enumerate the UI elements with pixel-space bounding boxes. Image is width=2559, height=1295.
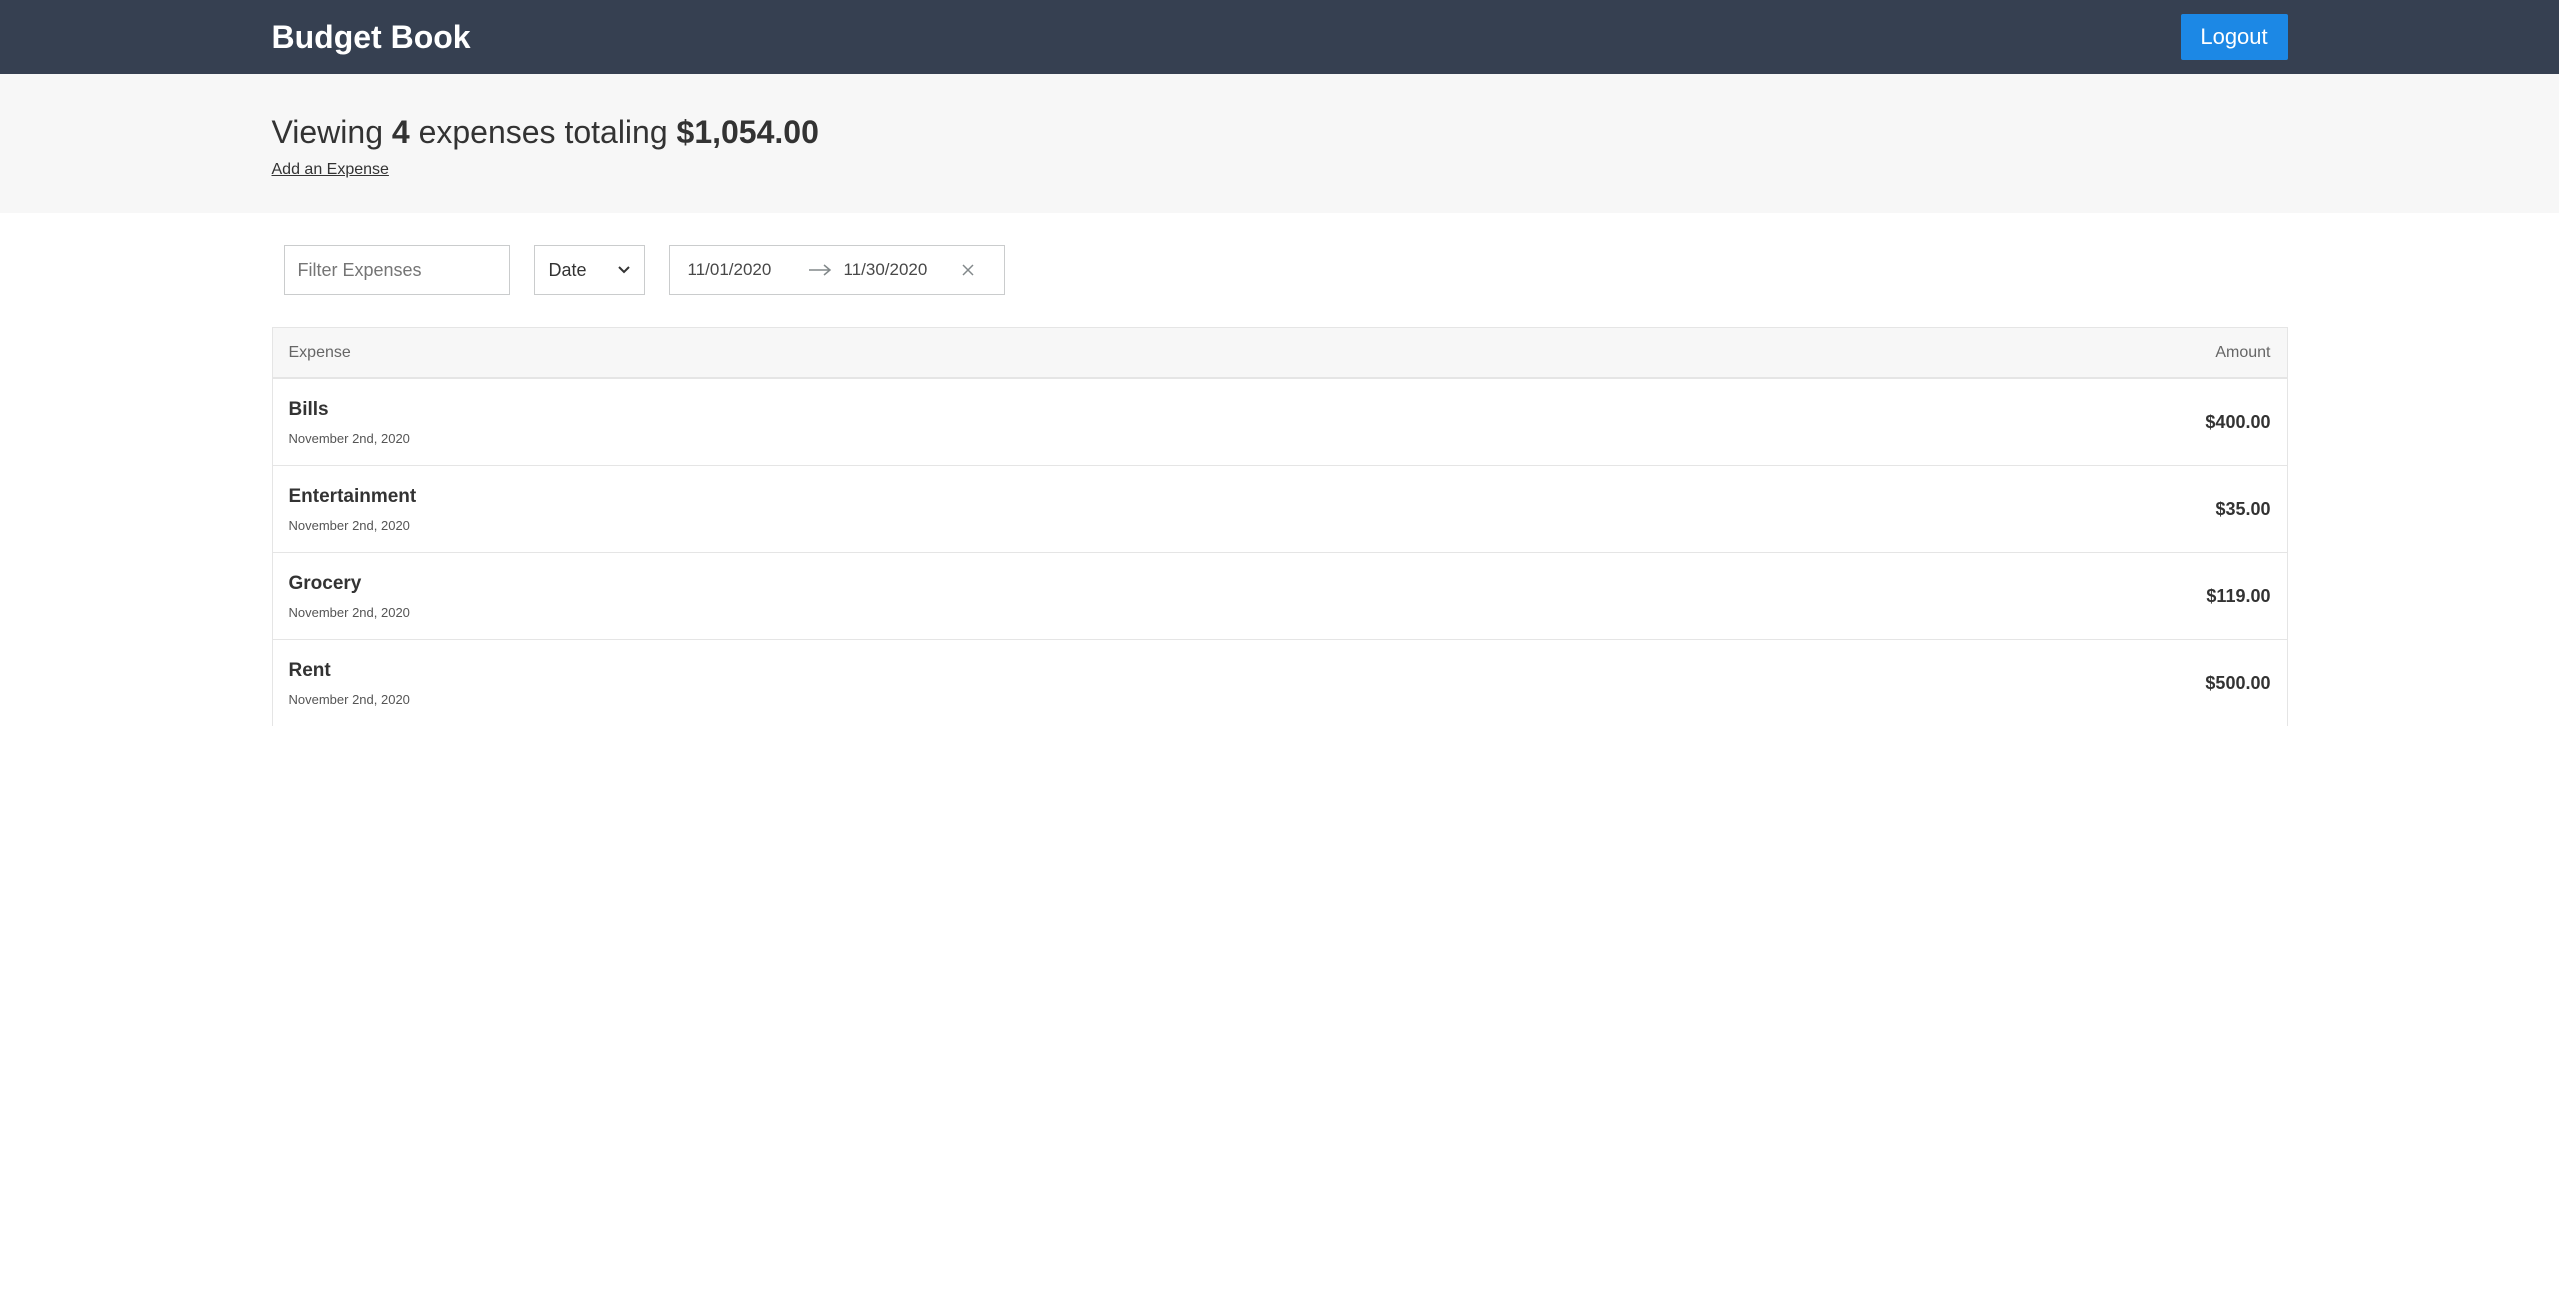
logout-button[interactable]: Logout xyxy=(2180,14,2288,60)
summary-prefix: Viewing xyxy=(271,114,383,150)
expense-total: $1,054.00 xyxy=(676,114,819,150)
expense-info: Bills November 2nd, 2020 xyxy=(289,399,410,446)
expense-row-bills[interactable]: Bills November 2nd, 2020 $400.00 xyxy=(272,379,2287,466)
expense-amount: $35.00 xyxy=(2215,498,2271,519)
filter-expenses-input[interactable] xyxy=(283,245,510,295)
expense-description: Rent xyxy=(288,659,331,681)
sort-by-select[interactable]: Date xyxy=(533,245,645,295)
chevron-down-icon xyxy=(617,263,630,277)
app-header: Budget Book Logout xyxy=(0,0,2559,74)
arrow-right-icon xyxy=(798,263,842,277)
expense-amount: $500.00 xyxy=(2205,672,2271,693)
expense-date: November 2nd, 2020 xyxy=(288,604,410,620)
expense-description: Grocery xyxy=(288,572,362,594)
add-expense-link[interactable]: Add an Expense xyxy=(272,161,389,179)
table-header: Expense Amount xyxy=(272,328,2287,379)
expense-row-grocery[interactable]: Grocery November 2nd, 2020 $119.00 xyxy=(272,553,2287,640)
summary-container: Viewing 4 expenses totaling $1,054.00 Ad… xyxy=(272,74,2288,179)
expense-row-rent[interactable]: Rent November 2nd, 2020 $500.00 xyxy=(273,640,2287,726)
expense-date: November 2nd, 2020 xyxy=(288,691,410,707)
end-date-input[interactable]: 11/30/2020 xyxy=(844,260,954,280)
column-header-amount: Amount xyxy=(2215,343,2271,361)
expense-description: Bills xyxy=(288,398,329,420)
start-date-input[interactable]: 11/01/2020 xyxy=(688,260,798,280)
expense-info: Grocery November 2nd, 2020 xyxy=(289,573,410,620)
date-range-picker: 11/01/2020 11/30/2020 xyxy=(668,245,1005,295)
summary-title: Viewing 4 expenses totaling $1,054.00 xyxy=(272,114,2288,151)
expense-info: Rent November 2nd, 2020 xyxy=(289,660,410,707)
column-header-expense: Expense xyxy=(288,343,351,361)
expenses-table: Expense Amount Bills November 2nd, 2020 … xyxy=(271,327,2288,726)
expense-date: November 2nd, 2020 xyxy=(288,517,410,533)
expense-count: 4 xyxy=(391,114,410,150)
app-title[interactable]: Budget Book xyxy=(272,19,471,56)
summary-middle: expenses totaling xyxy=(418,114,668,150)
filters-bar: Date 11/01/2020 11/30/2020 xyxy=(272,245,2288,295)
close-icon[interactable] xyxy=(954,264,982,276)
header-container: Budget Book Logout xyxy=(272,0,2288,74)
expense-amount: $119.00 xyxy=(2206,585,2271,606)
expense-date: November 2nd, 2020 xyxy=(288,430,410,446)
expenses-summary: Viewing 4 expenses totaling $1,054.00 Ad… xyxy=(0,74,2559,213)
sort-by-value: Date xyxy=(548,259,587,280)
expense-row-entertainment[interactable]: Entertainment November 2nd, 2020 $35.00 xyxy=(272,466,2287,553)
main-content: Date 11/01/2020 11/30/2020 Expense Amoun… xyxy=(271,245,2288,726)
expense-amount: $400.00 xyxy=(2205,411,2271,432)
expense-description: Entertainment xyxy=(288,485,417,507)
expense-info: Entertainment November 2nd, 2020 xyxy=(289,486,417,533)
